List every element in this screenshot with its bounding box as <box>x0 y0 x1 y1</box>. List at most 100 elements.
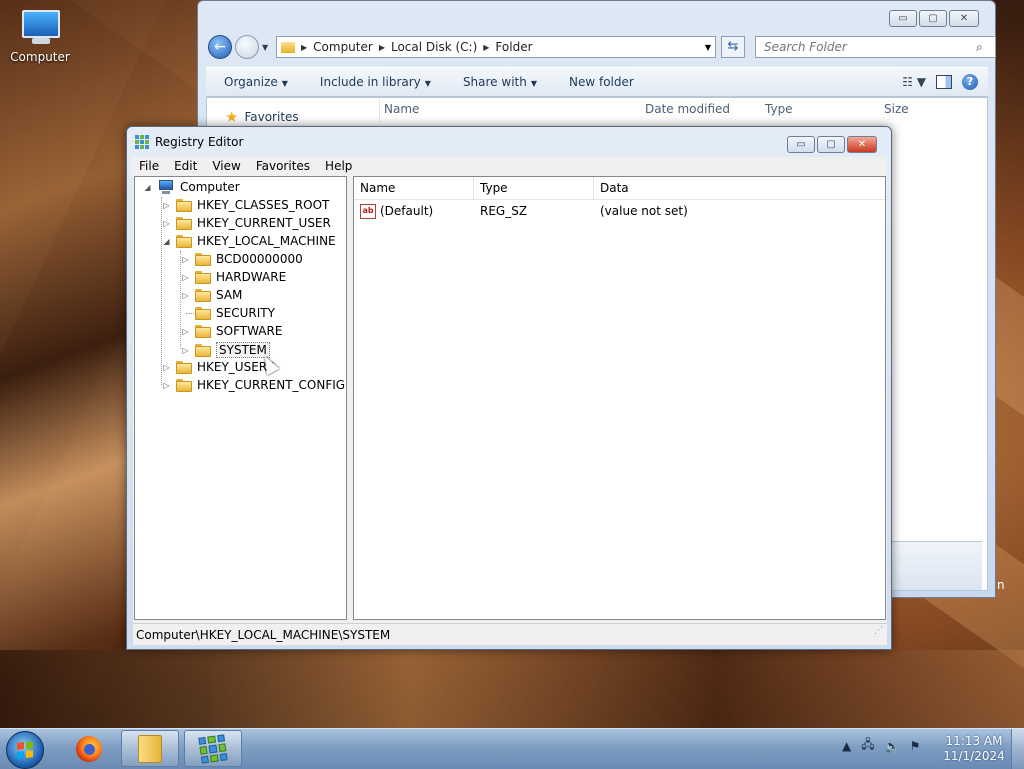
favorites-item[interactable]: ★ Favorites <box>225 108 299 126</box>
value-row[interactable]: ab (Default) REG_SZ (value not set) <box>354 201 885 221</box>
expanded-arrow-icon[interactable]: ◢ <box>143 183 152 192</box>
tree-node-hardware[interactable]: ▷ HARDWARE <box>181 270 286 284</box>
action-center-flag-icon[interactable]: ⚑ <box>910 739 921 753</box>
new-folder-button[interactable]: New folder <box>551 75 648 89</box>
collapsed-arrow-icon[interactable]: ▷ <box>181 291 190 300</box>
tree-node-security[interactable]: SECURITY <box>181 306 275 320</box>
search-box[interactable]: ⌕ <box>755 36 996 58</box>
tree-node-hkey-classes-root[interactable]: ▷ HKEY_CLASSES_ROOT <box>162 198 329 212</box>
tree-node-software[interactable]: ▷ SOFTWARE <box>181 324 282 338</box>
tree-node-label: HARDWARE <box>216 270 287 284</box>
address-bar[interactable]: ▶ Computer ▶ Local Disk (C:) ▶ Folder ▼ <box>276 36 716 58</box>
value-name: (Default) <box>380 204 434 218</box>
forward-button[interactable] <box>235 35 259 59</box>
chevron-right-icon[interactable]: ▶ <box>301 43 307 52</box>
menu-file[interactable]: File <box>131 159 166 173</box>
values-list[interactable]: Name Type Data ab (Default) REG_SZ (value… <box>353 176 886 620</box>
favorites-label: Favorites <box>244 110 299 124</box>
registry-close-button[interactable]: ✕ <box>847 136 877 153</box>
system-tray: ▲ 🖧 🔈 ⚑ <box>842 735 920 756</box>
folder-icon <box>195 306 211 320</box>
tree-node-bcd00000000[interactable]: ▷ BCD00000000 <box>181 252 302 266</box>
collapsed-arrow-icon[interactable]: ▷ <box>181 327 190 336</box>
folder-icon <box>195 343 211 357</box>
collapsed-arrow-icon[interactable]: ▷ <box>181 346 190 355</box>
explorer-details-pane <box>882 541 982 590</box>
star-icon: ★ <box>225 108 239 126</box>
taskbar-firefox[interactable] <box>60 730 118 767</box>
column-divider <box>379 98 380 122</box>
address-segment-folder[interactable]: Folder <box>495 40 532 54</box>
menu-help[interactable]: Help <box>317 159 359 173</box>
explorer-close-button[interactable]: ✕ <box>949 10 979 27</box>
registry-caption-buttons: ▭ ▢ ✕ <box>787 136 877 153</box>
address-dropdown-icon[interactable]: ▼ <box>705 43 711 52</box>
registry-editor-icon <box>198 733 228 764</box>
column-header-name[interactable]: Name <box>354 177 474 199</box>
recent-pages-dropdown-icon[interactable]: ▼ <box>262 43 268 52</box>
tree-node-hkey-current-config[interactable]: ▷ HKEY_CURRENT_CONFIG <box>162 378 345 392</box>
registry-maximize-button[interactable]: ▢ <box>817 136 845 153</box>
registry-minimize-button[interactable]: ▭ <box>787 136 815 153</box>
resize-grip-icon[interactable]: ⋰ <box>874 620 883 642</box>
column-header-type[interactable]: Type <box>765 102 793 116</box>
computer-icon <box>18 8 62 46</box>
menu-bar: File Edit View Favorites Help <box>131 157 887 175</box>
menu-edit[interactable]: Edit <box>166 159 204 173</box>
collapsed-arrow-icon[interactable]: ▷ <box>162 219 171 228</box>
share-label: Share with <box>462 75 527 89</box>
desktop-icon-computer[interactable]: Computer <box>8 8 72 64</box>
help-icon[interactable]: ? <box>962 74 978 90</box>
collapsed-arrow-icon[interactable]: ▷ <box>162 201 171 210</box>
search-input[interactable] <box>762 39 976 55</box>
column-header-data[interactable]: Data <box>594 177 885 199</box>
search-icon[interactable]: ⌕ <box>976 40 983 55</box>
tree-node-system[interactable]: ▷ SYSTEM <box>181 342 270 358</box>
back-button[interactable]: ← <box>208 35 232 59</box>
tree-node-label: HKEY_CURRENT_CONFIG <box>197 378 346 392</box>
show-hidden-icons-icon[interactable]: ▲ <box>842 739 851 753</box>
address-segment-computer[interactable]: Computer <box>313 40 373 54</box>
column-header-type[interactable]: Type <box>474 177 594 199</box>
clock[interactable]: 11:13 AM 11/1/2024 <box>934 734 1014 764</box>
share-with-button[interactable]: Share with ▼ <box>445 75 551 89</box>
organize-button[interactable]: Organize ▼ <box>206 75 302 89</box>
collapsed-arrow-icon[interactable]: ▷ <box>181 255 190 264</box>
show-desktop-button[interactable] <box>1011 729 1024 769</box>
start-button[interactable] <box>6 731 44 769</box>
explorer-caption-buttons: ▭ ▢ ✕ <box>889 10 979 27</box>
expanded-arrow-icon[interactable]: ◢ <box>162 237 171 246</box>
registry-editor-window[interactable]: Registry Editor ▭ ▢ ✕ File Edit View Fav… <box>126 126 892 650</box>
menu-favorites[interactable]: Favorites <box>248 159 317 173</box>
key-tree[interactable]: ◢ Computer ▷ HKEY_CLASSES_ROOT ▷ HKEY_CU… <box>134 176 347 620</box>
tree-node-hkey-local-machine[interactable]: ◢ HKEY_LOCAL_MACHINE <box>162 234 335 248</box>
chevron-right-icon[interactable]: ▶ <box>483 43 489 52</box>
tree-node-computer[interactable]: ◢ Computer <box>143 180 240 194</box>
taskbar-registry-editor[interactable] <box>184 730 242 767</box>
tree-node-sam[interactable]: ▷ SAM <box>181 288 242 302</box>
preview-pane-icon[interactable] <box>936 75 952 89</box>
chevron-right-icon[interactable]: ▶ <box>379 43 385 52</box>
explorer-minimize-button[interactable]: ▭ <box>889 10 917 27</box>
view-options-icon[interactable]: ☷ ▼ <box>902 75 926 89</box>
column-header-date-modified[interactable]: Date modified <box>645 102 730 116</box>
tree-node-hkey-users[interactable]: ▷ HKEY_USERS <box>162 360 274 374</box>
tree-node-hkey-current-user[interactable]: ▷ HKEY_CURRENT_USER <box>162 216 330 230</box>
column-header-name[interactable]: Name <box>384 102 419 116</box>
address-segment-local-disk[interactable]: Local Disk (C:) <box>391 40 477 54</box>
window-title: Registry Editor <box>155 135 244 149</box>
refresh-button[interactable]: ⇆ <box>721 36 745 58</box>
collapsed-arrow-icon[interactable]: ▷ <box>162 381 171 390</box>
menu-view[interactable]: View <box>204 159 247 173</box>
collapsed-arrow-icon[interactable]: ▷ <box>162 363 171 372</box>
chevron-down-icon: ▼ <box>424 79 431 88</box>
network-icon[interactable]: 🖧 <box>861 735 874 756</box>
explorer-maximize-button[interactable]: ▢ <box>919 10 947 27</box>
volume-icon[interactable]: 🔈 <box>885 739 900 753</box>
folder-icon <box>176 360 192 374</box>
collapsed-arrow-icon[interactable]: ▷ <box>181 273 190 282</box>
column-header-size[interactable]: Size <box>884 102 909 116</box>
taskbar-explorer[interactable] <box>121 730 179 767</box>
include-in-library-button[interactable]: Include in library ▼ <box>302 75 445 89</box>
explorer-toolbar: Organize ▼ Include in library ▼ Share with… <box>206 67 988 97</box>
